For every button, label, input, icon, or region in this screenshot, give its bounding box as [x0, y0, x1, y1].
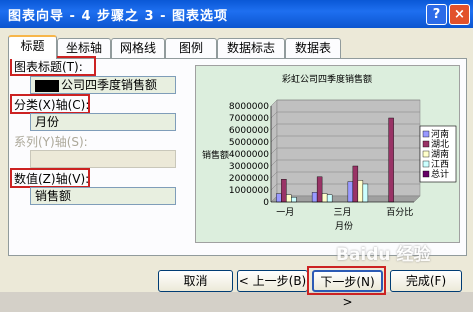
y-axis-input[interactable]: 销售额	[30, 187, 176, 205]
bar	[291, 196, 297, 203]
next-button[interactable]: 下一步(N) >	[312, 270, 383, 309]
x-axis-input[interactable]: 月份	[30, 113, 176, 131]
legend-swatch	[422, 170, 430, 178]
legend-label: 总计	[431, 168, 449, 180]
bar	[321, 193, 328, 203]
y-tick-label: 5000000	[229, 138, 269, 148]
legend-swatch	[422, 160, 430, 168]
y-tick-label: 3000000	[229, 162, 269, 172]
chart-title-value: 公司四季度销售额	[61, 78, 158, 92]
bar	[316, 176, 323, 203]
bar	[362, 183, 369, 203]
dialog-body: 标题 坐标轴 网格线 图例 数据标志 数据表 图表标题(T): 公司四季度销售额…	[0, 28, 473, 309]
x-tick-label: 百分比	[386, 206, 413, 218]
y-tick-label: 1000000	[229, 186, 269, 196]
x-tick-label: 三月	[333, 207, 351, 218]
tab-legend[interactable]: 图例	[165, 38, 217, 58]
legend-label: 河南	[431, 128, 449, 140]
legend-label: 江西	[431, 159, 449, 170]
y-tick-label: 7000000	[229, 114, 269, 124]
y-tick-label: 0	[263, 198, 269, 208]
bar	[347, 181, 354, 203]
back-button[interactable]: < 上一步(B)	[237, 270, 308, 292]
tab-axes[interactable]: 坐标轴	[57, 38, 111, 58]
x-axis-title: 月份	[335, 220, 353, 232]
bar	[352, 165, 359, 203]
bar	[286, 194, 292, 203]
bar	[326, 194, 333, 203]
bar	[357, 180, 364, 203]
bar	[276, 193, 282, 203]
legend-label: 湖北	[431, 139, 449, 150]
y-tick-label: 6000000	[229, 126, 269, 136]
bar	[388, 117, 394, 203]
watermark: Baidu 经验	[336, 245, 431, 265]
chart-title-label: 图表标题(T):	[14, 60, 83, 74]
y-tick-label: 2000000	[229, 174, 269, 184]
chart-title: 彩虹公司四季度销售额	[282, 73, 372, 85]
cancel-button[interactable]: 取消	[158, 270, 233, 292]
legend-swatch	[422, 140, 430, 148]
title-bar: 图表向导 - 4 步骤之 3 - 图表选项 ? ×	[0, 0, 473, 28]
finish-button[interactable]: 完成(F)	[390, 270, 462, 292]
series-axis-input[interactable]	[30, 150, 176, 168]
x-axis-label: 分类(X)轴(C):	[14, 98, 90, 112]
bar	[281, 178, 287, 203]
x-tick-label: 一月	[276, 207, 294, 218]
y-tick-label: 4000000	[229, 150, 269, 160]
legend-swatch	[422, 130, 430, 138]
chart-title-input[interactable]: 公司四季度销售额	[30, 76, 176, 94]
legend-label: 湖南	[431, 148, 449, 160]
help-button[interactable]: ?	[426, 4, 447, 25]
y-axis-label: 数值(Z)轴(V):	[14, 172, 90, 186]
bar	[311, 192, 318, 203]
tab-data-table[interactable]: 数据表	[285, 38, 341, 58]
tab-title[interactable]: 标题	[8, 35, 57, 59]
y-axis-title: 销售额	[202, 149, 229, 161]
tab-gridlines[interactable]: 网格线	[111, 38, 165, 58]
y-tick-label: 8000000	[229, 102, 269, 112]
legend-swatch	[422, 150, 430, 158]
series-axis-label: 系列(Y)轴(S):	[14, 135, 88, 149]
close-button[interactable]: ×	[449, 4, 470, 25]
chart-preview: 彩虹公司四季度销售额 0 1000000 2000000 3000000 4000000 5…	[195, 65, 460, 243]
chart-svg: 彩虹公司四季度销售额 0 1000000 2000000 3000000 4000000 5…	[202, 73, 457, 232]
redaction-block	[35, 79, 59, 92]
window-title: 图表向导 - 4 步骤之 3 - 图表选项	[8, 9, 229, 24]
tab-data-labels[interactable]: 数据标志	[217, 38, 285, 58]
